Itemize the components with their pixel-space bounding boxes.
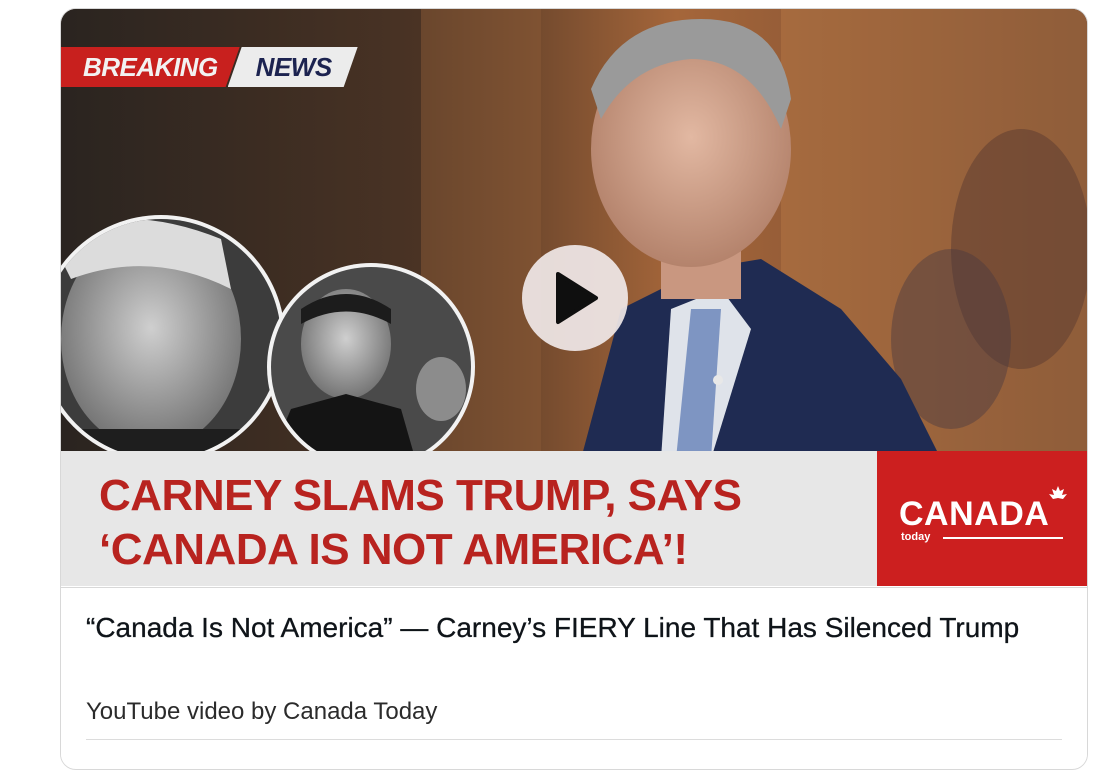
play-button[interactable] <box>522 245 628 351</box>
card-info[interactable]: “Canada Is Not America” — Carney’s FIERY… <box>61 587 1087 768</box>
video-source: YouTube video by Canada Today <box>86 698 438 725</box>
youtube-link-card[interactable]: BREAKING NEWS CARNEY SLAMS TRUMP, SAYS ‘… <box>60 8 1088 770</box>
breaking-label: BREAKING <box>61 47 240 87</box>
play-icon <box>556 272 598 324</box>
headline-banner: CARNEY SLAMS TRUMP, SAYS ‘CANADA IS NOT … <box>61 451 877 586</box>
brand-name: CANADA <box>899 495 1050 533</box>
thumbnail-headline: CARNEY SLAMS TRUMP, SAYS ‘CANADA IS NOT … <box>99 469 879 577</box>
maple-leaf-icon <box>1049 486 1067 499</box>
video-title[interactable]: “Canada Is Not America” — Carney’s FIERY… <box>86 608 1066 648</box>
video-thumbnail[interactable]: BREAKING NEWS CARNEY SLAMS TRUMP, SAYS ‘… <box>61 9 1087 586</box>
brand-subtitle: today <box>901 531 931 543</box>
headline-line-2: ‘CANADA IS NOT AMERICA’! <box>99 525 688 574</box>
channel-logo: CANADA today <box>877 451 1087 586</box>
breaking-news-banner: BREAKING NEWS <box>61 47 358 87</box>
news-label: NEWS <box>228 47 358 87</box>
headline-line-1: CARNEY SLAMS TRUMP, SAYS <box>99 471 742 520</box>
brand-underline <box>943 537 1063 539</box>
divider <box>86 739 1062 740</box>
